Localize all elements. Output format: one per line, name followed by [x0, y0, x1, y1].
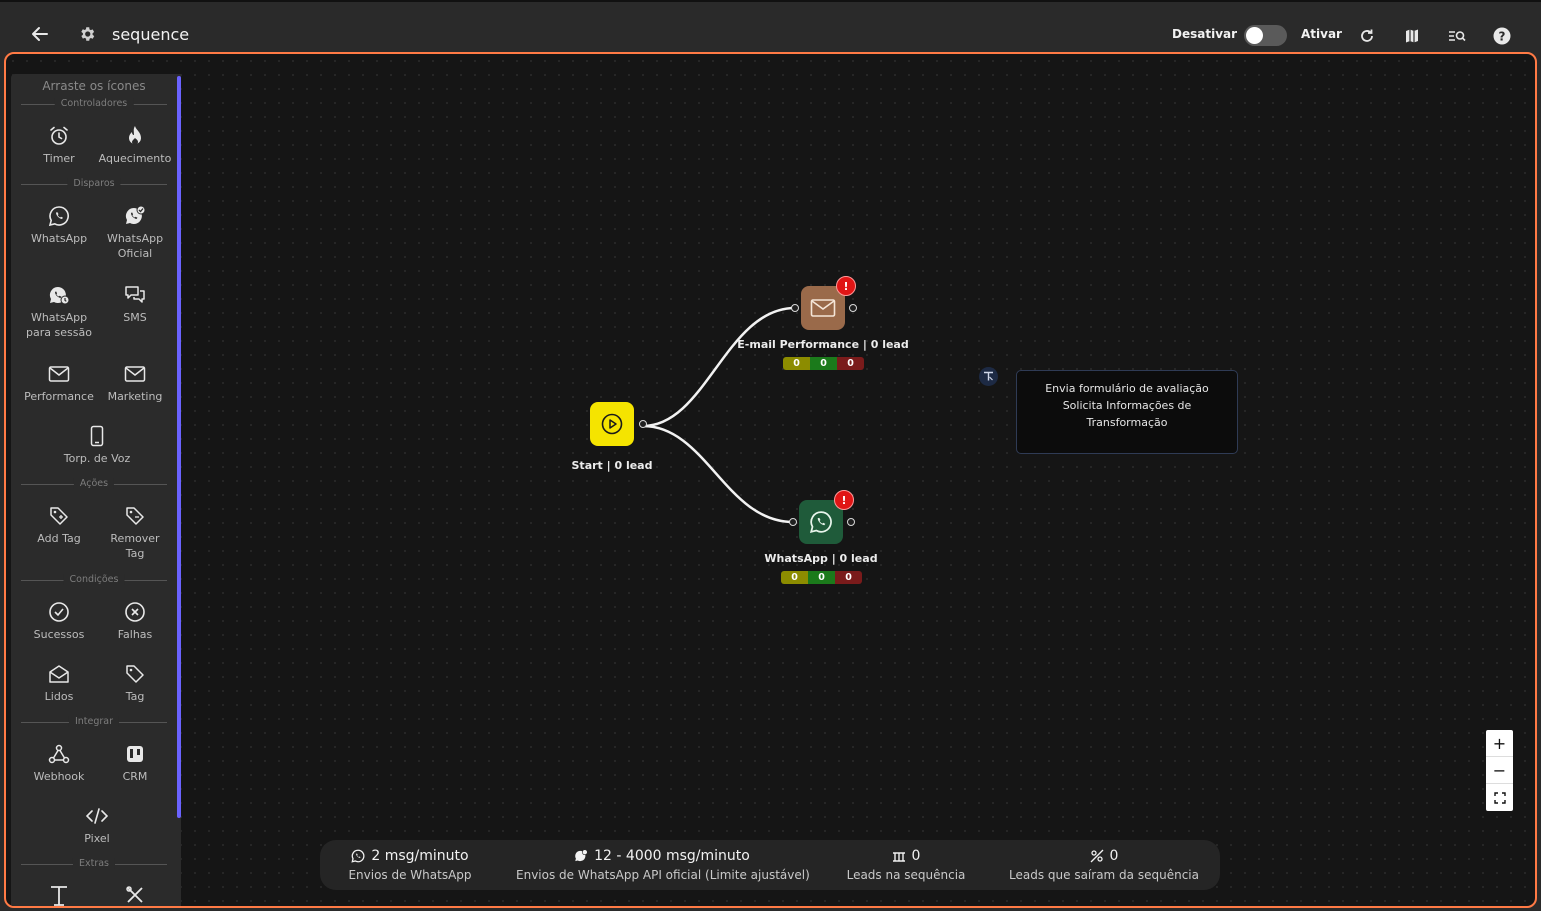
stat-leads-out: 0 Leads que saíram da sequência — [1009, 848, 1199, 882]
start-node[interactable] — [590, 402, 634, 446]
toggle-knob — [1246, 27, 1263, 44]
activation-toggle[interactable] — [1244, 25, 1287, 46]
gear-icon[interactable] — [76, 23, 98, 45]
activate-label[interactable]: Ativar — [1301, 27, 1342, 41]
email-stat-green: 0 — [810, 357, 837, 370]
whatsapp-stat-red: 0 — [835, 571, 862, 584]
email-input-handle[interactable] — [791, 304, 799, 312]
envelope-icon — [810, 299, 836, 317]
email-stat-red: 0 — [837, 357, 864, 370]
start-node-label: Start | 0 lead — [571, 459, 653, 472]
whatsapp-node-label: WhatsApp | 0 lead — [764, 552, 878, 565]
fullscreen-icon — [1493, 791, 1506, 804]
email-node-label: E-mail Performance | 0 lead — [737, 338, 909, 351]
edge-start-whatsapp — [642, 424, 794, 524]
people-group-icon — [892, 852, 905, 862]
text-note[interactable]: Envia formulário de avaliação Solicita I… — [1016, 370, 1238, 454]
whatsapp-alert-badge[interactable]: ! — [834, 490, 854, 510]
people-exit-icon — [1090, 849, 1103, 863]
email-alert-badge[interactable]: ! — [836, 276, 856, 296]
map-icon[interactable] — [1401, 25, 1423, 47]
note-line: Envia formulário de avaliação — [1045, 382, 1209, 395]
page-title: sequence — [112, 25, 190, 44]
refresh-icon[interactable] — [1356, 25, 1378, 47]
back-arrow-icon[interactable] — [28, 22, 52, 46]
svg-text:?: ? — [1499, 30, 1506, 44]
start-output-handle[interactable] — [639, 420, 647, 428]
zoom-in-button[interactable]: + — [1486, 730, 1513, 757]
whatsapp-verified-icon — [575, 849, 588, 862]
note-drag-handle-icon[interactable] — [979, 367, 998, 386]
stats-footer: 2 msg/minuto Envios de WhatsApp 12 - 400… — [320, 840, 1220, 890]
note-line: Transformação — [1086, 416, 1168, 429]
edge-start-email — [642, 306, 796, 428]
whatsapp-input-handle[interactable] — [789, 518, 797, 526]
whatsapp-output-handle[interactable] — [847, 518, 855, 526]
zoom-out-button[interactable]: − — [1486, 757, 1513, 784]
note-line: Solicita Informações de — [1062, 399, 1192, 412]
top-bar: sequence Desativar Ativar ? — [0, 0, 1541, 52]
stat-leads-in: 0 Leads na sequência — [846, 848, 966, 882]
whatsapp-stats: 0 0 0 — [781, 571, 862, 584]
deactivate-label[interactable]: Desativar — [1172, 27, 1237, 41]
whatsapp-icon — [351, 849, 365, 863]
whatsapp-stat-yellow: 0 — [781, 571, 808, 584]
email-stat-yellow: 0 — [783, 357, 810, 370]
whatsapp-icon — [809, 511, 832, 534]
search-list-icon[interactable] — [1446, 25, 1468, 47]
zoom-controls: + − — [1486, 730, 1513, 811]
play-circle-icon — [601, 413, 623, 435]
help-icon[interactable]: ? — [1491, 25, 1513, 47]
email-stats: 0 0 0 — [783, 357, 864, 370]
email-output-handle[interactable] — [849, 304, 857, 312]
flow-canvas[interactable]: Arraste os ícones Controladores Timer Aq… — [4, 52, 1537, 908]
fit-view-button[interactable] — [1486, 784, 1513, 811]
stat-whatsapp: 2 msg/minuto Envios de WhatsApp — [348, 848, 472, 882]
whatsapp-stat-green: 0 — [808, 571, 835, 584]
flow-edges — [642, 306, 796, 524]
stat-whatsapp-api: 12 - 4000 msg/minuto Envios de WhatsApp … — [516, 848, 810, 882]
